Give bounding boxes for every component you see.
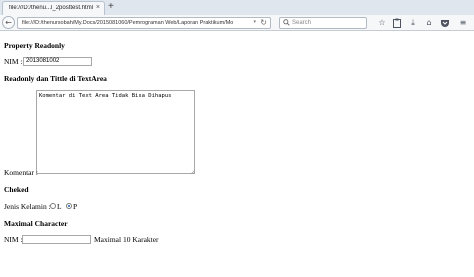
tab-title: file:///D:/thenu...l_2posttest.html [9,5,93,11]
close-tab-icon[interactable]: × [96,4,100,11]
komentar-label: Komentar : [4,168,38,177]
resize-grip-icon[interactable] [190,169,195,174]
heading-readonly-textarea: Readonly dan Tittle di TextArea [4,74,107,83]
max-char-hint: Maximal 10 Karakter [94,235,159,244]
browser-tab[interactable]: file:///D:/thenu...l_2posttest.html × [2,1,105,15]
heading-property-readonly: Property Readonly [4,41,65,50]
navigation-toolbar: ← file:///D:/thenursobah/My.Docs/2015081… [0,15,474,31]
menu-icon[interactable]: ≡ [458,18,468,28]
komentar-textarea[interactable]: Komentar di Text Area Tidak Bisa Dihapus [36,90,195,174]
new-tab-button[interactable]: + [108,1,114,13]
search-input[interactable]: Search [279,17,367,29]
home-icon[interactable]: ⌂ [424,18,434,28]
radio-p-label: P [73,202,78,211]
clipboard-icon[interactable] [392,18,402,28]
search-placeholder: Search [292,20,312,26]
radio-l[interactable] [50,203,56,209]
search-icon [283,19,290,26]
nim-max-label: NIM : [4,235,23,244]
back-arrow-icon[interactable]: ← [2,16,15,29]
tab-strip: file:///D:/thenu...l_2posttest.html × + [0,0,474,15]
url-bar[interactable]: file:///D:/thenursobah/My.Docs/201508106… [17,17,271,29]
heading-maximal-character: Maximal Character [4,219,68,228]
nim-maxlength-input[interactable] [22,235,91,244]
radio-l-label: L [57,202,62,211]
heading-cheked: Cheked [4,185,29,194]
reload-icon[interactable]: ↻ [260,18,267,27]
star-icon[interactable]: ☆ [377,18,387,28]
nim-readonly-input[interactable]: 2013081002 [23,57,92,66]
jenis-kelamin-label: Jenis Kelamin : [4,202,51,211]
nim-label: NIM : [4,57,23,66]
url-text: file:///D:/thenursobah/My.Docs/201508106… [22,20,234,26]
url-history-dropdown-icon[interactable]: ▾ [253,19,256,25]
radio-p[interactable] [66,203,72,209]
download-icon[interactable]: ⤓ [408,18,418,28]
page-content: Property Readonly NIM : 2013081002 Reado… [0,32,474,277]
pocket-icon[interactable] [440,18,450,28]
